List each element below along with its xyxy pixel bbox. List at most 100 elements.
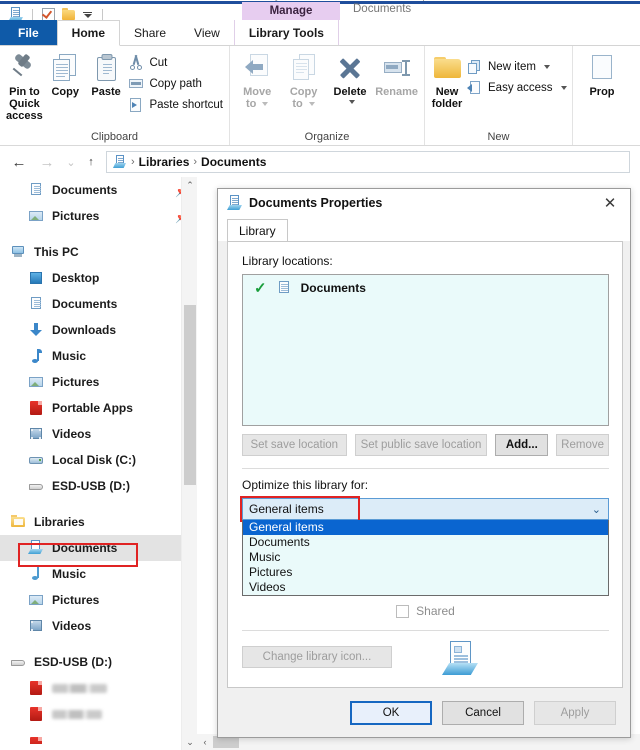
tab-library[interactable]: Library — [227, 219, 288, 241]
breadcrumb-separator: › — [193, 156, 198, 168]
paste-shortcut-icon — [128, 97, 144, 113]
pin-to-quick-access-button[interactable]: Pin to Quick access — [6, 50, 43, 122]
nav-item-videos[interactable]: Videos — [0, 421, 197, 447]
copy-button[interactable]: Copy — [47, 50, 84, 98]
nav-item-local-disk-c[interactable]: Local Disk (C:) — [0, 447, 197, 473]
nav-item-music[interactable]: Music — [0, 343, 197, 369]
close-icon[interactable]: ✕ — [590, 189, 630, 217]
nav-item-library-videos[interactable]: Videos — [0, 613, 197, 639]
paste-button[interactable]: Paste — [88, 50, 125, 98]
navigation-pane[interactable]: Documents 📌 Pictures 📌 This PC Desktop D… — [0, 177, 197, 750]
nav-item-documents[interactable]: Documents — [0, 291, 197, 317]
this-pc-icon — [10, 244, 26, 260]
rename-button[interactable]: Rename — [375, 50, 418, 98]
nav-item-library-documents[interactable]: Documents — [0, 535, 197, 561]
optimize-label: Optimize this library for: — [242, 478, 369, 492]
copy-path-button[interactable]: Copy path — [128, 75, 223, 93]
cut-button[interactable]: Cut — [128, 54, 223, 72]
tab-view[interactable]: View — [180, 20, 234, 45]
documents-icon — [28, 296, 44, 312]
nav-item-pictures-quick[interactable]: Pictures 📌 — [0, 203, 197, 229]
nav-item-pictures[interactable]: Pictures — [0, 369, 197, 395]
nav-pane-scrollbar[interactable]: ⌃ ⌄ — [181, 177, 197, 750]
chevron-down-icon[interactable] — [308, 102, 315, 107]
set-public-save-location-button[interactable]: Set public save location — [354, 434, 488, 456]
redacted-label — [52, 683, 107, 693]
pdf-icon — [28, 680, 44, 696]
new-item-button[interactable]: New item — [467, 58, 567, 76]
nav-item-desktop[interactable]: Desktop — [0, 265, 197, 291]
tab-file[interactable]: File — [0, 20, 57, 45]
move-to-button[interactable]: Move to — [236, 50, 278, 110]
dropdown-option-documents[interactable]: Documents — [243, 535, 608, 550]
chevron-down-icon[interactable]: ⌄ — [592, 503, 601, 516]
optimize-dropdown-list[interactable]: General items Documents Music Pictures V… — [242, 520, 609, 596]
list-item[interactable]: ✓ Documents — [243, 275, 608, 301]
dropdown-option-pictures[interactable]: Pictures — [243, 565, 608, 580]
nav-item-esd-usb-root[interactable]: ESD-USB (D:) — [0, 649, 197, 675]
documents-properties-dialog[interactable]: Documents Properties ✕ Library Library l… — [217, 188, 631, 738]
nav-item-redacted[interactable] — [0, 701, 197, 727]
nav-item-label: Desktop — [52, 271, 100, 285]
nav-item-downloads[interactable]: Downloads — [0, 317, 197, 343]
dropdown-option-music[interactable]: Music — [243, 550, 608, 565]
shared-checkbox-row[interactable]: Shared — [242, 602, 609, 620]
scrollbar-thumb[interactable] — [184, 305, 196, 485]
breadcrumb-libraries[interactable]: Libraries — [139, 155, 190, 169]
shared-label: Shared — [416, 604, 455, 618]
scissors-icon — [128, 54, 144, 71]
scroll-up-icon[interactable]: ⌃ — [182, 177, 198, 193]
new-folder-button[interactable]: New folder — [431, 50, 463, 110]
tab-library-tools[interactable]: Library Tools — [233, 20, 339, 45]
change-library-icon-button[interactable]: Change library icon... — [242, 646, 392, 668]
forward-button[interactable]: → — [34, 149, 60, 175]
set-save-location-button[interactable]: Set save location — [242, 434, 347, 456]
properties-icon — [586, 52, 618, 84]
copy-to-button[interactable]: Copy to — [282, 50, 324, 110]
optimize-combobox[interactable]: General items ⌄ — [242, 498, 609, 520]
ribbon-group-clipboard: Pin to Quick access Copy Paste Cut Copy … — [0, 46, 230, 145]
properties-button[interactable]: Prop — [579, 50, 625, 98]
nav-item-documents-quick[interactable]: Documents 📌 — [0, 177, 197, 203]
back-button[interactable]: ← — [6, 149, 32, 175]
breadcrumb-documents[interactable]: Documents — [201, 155, 266, 169]
apply-button[interactable]: Apply — [534, 701, 616, 725]
nav-item-portable-apps[interactable]: Portable Apps — [0, 395, 197, 421]
up-button[interactable]: ↑ — [82, 149, 100, 175]
easy-access-button[interactable]: Easy access — [467, 79, 567, 97]
dropdown-option-videos[interactable]: Videos — [243, 580, 608, 595]
dropdown-option-general-items[interactable]: General items — [243, 520, 608, 535]
tab-share[interactable]: Share — [120, 20, 180, 45]
scroll-down-icon[interactable]: ⌄ — [182, 734, 198, 750]
paste-shortcut-button[interactable]: Paste shortcut — [128, 96, 223, 114]
easy-access-icon — [467, 80, 483, 96]
ribbon-tab-row: File Home Share View Library Tools — [0, 20, 640, 46]
nav-item-label: This PC — [34, 245, 79, 259]
nav-item-this-pc[interactable]: This PC — [0, 239, 197, 265]
nav-item-library-pictures[interactable]: Pictures — [0, 587, 197, 613]
nav-item-library-music[interactable]: Music — [0, 561, 197, 587]
customize-qat-icon[interactable] — [81, 12, 94, 18]
nav-item-label: Documents — [52, 183, 118, 197]
nav-item-redacted[interactable] — [0, 727, 197, 750]
location-name: Documents — [300, 281, 366, 295]
nav-item-libraries[interactable]: Libraries — [0, 509, 197, 535]
scroll-left-icon[interactable]: ‹ — [197, 734, 213, 750]
recent-locations-button[interactable]: ⌄ — [62, 149, 80, 175]
library-locations-list[interactable]: ✓ Documents — [242, 274, 609, 426]
tab-home[interactable]: Home — [56, 20, 121, 46]
shared-checkbox[interactable] — [396, 604, 410, 618]
remove-button[interactable]: Remove — [556, 434, 609, 456]
nav-item-esd-usb-d[interactable]: ESD-USB (D:) — [0, 473, 197, 499]
delete-button[interactable]: Delete — [329, 50, 371, 104]
add-button[interactable]: Add... — [495, 434, 549, 456]
chevron-down-icon[interactable] — [543, 65, 550, 69]
nav-item-redacted[interactable] — [0, 675, 197, 701]
cancel-button[interactable]: Cancel — [442, 701, 524, 725]
chevron-down-icon[interactable] — [560, 86, 567, 90]
ok-button[interactable]: OK — [350, 701, 432, 725]
chevron-down-icon[interactable] — [348, 100, 355, 104]
breadcrumb[interactable]: › Libraries › Documents — [106, 151, 630, 173]
chevron-down-icon[interactable] — [262, 102, 269, 107]
